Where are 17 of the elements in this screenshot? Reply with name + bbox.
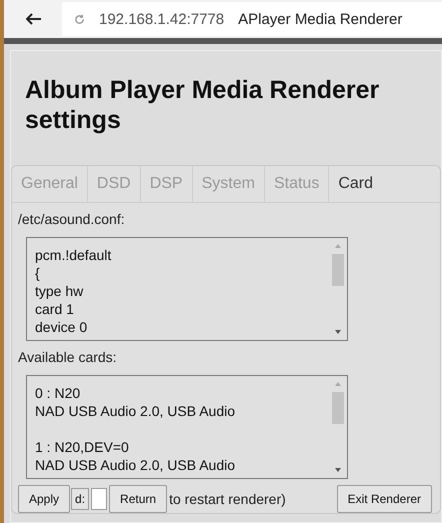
reload-icon[interactable]	[74, 14, 85, 24]
input-field[interactable]	[91, 488, 108, 510]
apply-button[interactable]: Apply	[18, 485, 70, 513]
cards-label: Available cards:	[18, 349, 118, 365]
address-bar[interactable]: 192.168.1.42:7778 APlayer Media Renderer	[62, 2, 442, 36]
exit-renderer-button[interactable]: Exit Renderer	[336, 485, 432, 513]
tab[interactable]: Card	[329, 166, 382, 202]
partial-button[interactable]: d:	[71, 488, 90, 510]
cards-textarea[interactable]: 0 : N20 NAD USB Audio 2.0, USB Audio 1 : N20,DEV=0 NAD USB Audio 2.0, USB Audio	[26, 375, 348, 479]
page-title: APlayer Media Renderer	[238, 10, 402, 28]
return-button[interactable]: Return	[109, 485, 168, 513]
restart-note: to restart renderer)	[169, 491, 286, 507]
url-text: 192.168.1.42:7778	[99, 10, 224, 28]
back-arrow-icon[interactable]	[26, 13, 42, 25]
settings-title: Album Player Media Renderer settings	[25, 75, 380, 135]
config-label: /etc/asound.conf:	[18, 211, 126, 227]
config-textarea[interactable]: pcm.!default { type hw card 1 device 0	[26, 237, 348, 341]
